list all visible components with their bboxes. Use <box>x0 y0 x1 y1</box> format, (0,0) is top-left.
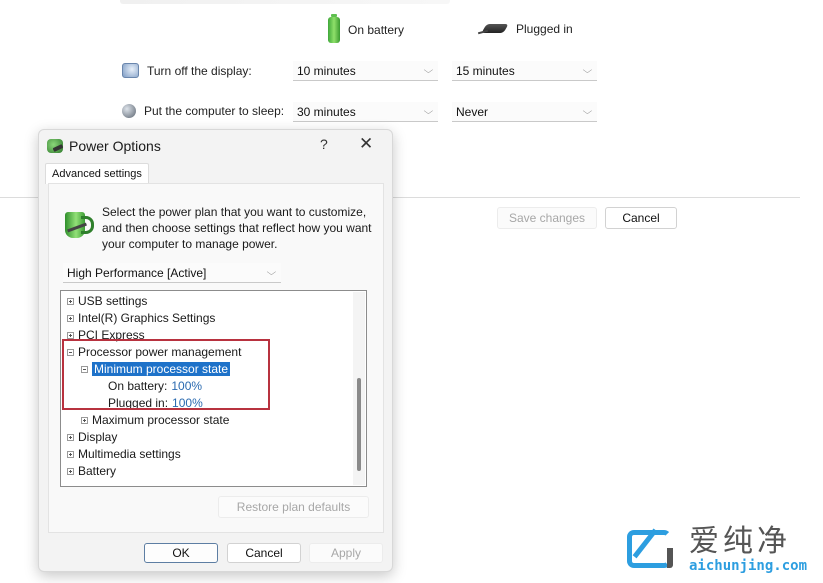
tree-item-usb-settings[interactable]: USB settings <box>67 294 147 308</box>
tree-item-multimedia-settings[interactable]: Multimedia settings <box>67 447 181 461</box>
tree-item-display[interactable]: Display <box>67 430 117 444</box>
tab-advanced-settings[interactable]: Advanced settings <box>45 163 149 184</box>
chevron-down-icon: ⌵ <box>266 267 277 277</box>
expand-icon[interactable] <box>67 450 74 458</box>
select-value: 30 minutes <box>297 104 356 119</box>
tree-label: Intel(R) Graphics Settings <box>78 311 216 325</box>
plug-icon <box>478 22 508 36</box>
expand-icon[interactable] <box>81 416 88 424</box>
watermark-cn-text: 爱纯净 <box>689 524 791 559</box>
restore-plan-defaults-button[interactable]: Restore plan defaults <box>218 496 369 518</box>
save-changes-button[interactable]: Save changes <box>497 207 597 229</box>
tree-label: Multimedia settings <box>78 447 181 461</box>
watermark-logo: 爱纯净 aichunjing.com <box>627 527 807 573</box>
tree-item-maximum-processor-state[interactable]: Maximum processor state <box>81 413 229 427</box>
display-label-text: Turn off the display: <box>147 63 252 78</box>
display-plugged-in-select[interactable]: 15 minutes ⌵ <box>452 61 597 81</box>
power-plan-icon <box>63 206 94 240</box>
select-value: 15 minutes <box>456 63 515 78</box>
chevron-down-icon: ⌵ <box>423 106 434 116</box>
chevron-down-icon: ⌵ <box>582 106 593 116</box>
plugged-in-label: Plugged in <box>516 22 573 36</box>
expand-icon[interactable] <box>67 314 74 322</box>
tree-label: Display <box>78 430 118 444</box>
clipped-header-text <box>120 0 450 4</box>
dialog-title: Power Options <box>69 138 161 154</box>
help-button[interactable]: ? <box>320 136 328 152</box>
apply-button[interactable]: Apply <box>309 543 383 563</box>
tree-item-intel-graphics[interactable]: Intel(R) Graphics Settings <box>67 311 215 325</box>
chevron-down-icon: ⌵ <box>582 65 593 75</box>
display-row-label: Turn off the display: <box>122 63 252 78</box>
watermark-en-text: aichunjing.com <box>689 558 808 574</box>
on-battery-label: On battery <box>348 23 405 37</box>
sleep-label-text: Put the computer to sleep: <box>144 104 285 118</box>
expand-icon[interactable] <box>67 297 74 305</box>
sleep-on-battery-select[interactable]: 30 minutes ⌵ <box>293 102 438 122</box>
sleep-row-label: Put the computer to sleep: <box>122 104 284 118</box>
tree-label: Battery <box>78 464 117 478</box>
dialog-title-bar: Power Options <box>47 138 161 154</box>
power-options-dialog: Power Options ? ✕ Advanced settings Sele… <box>38 129 393 572</box>
battery-icon <box>328 14 340 43</box>
column-plugged-in: Plugged in <box>478 22 573 36</box>
power-options-icon <box>47 139 63 153</box>
monitor-icon <box>122 63 139 78</box>
intro-text: Select the power plan that you want to c… <box>102 205 372 251</box>
expand-icon[interactable] <box>67 433 74 441</box>
settings-tree[interactable]: USB settings Intel(R) Graphics Settings … <box>60 290 367 487</box>
tree-label: USB settings <box>78 294 148 308</box>
tree-item-battery[interactable]: Battery <box>67 464 116 478</box>
annotation-highlight-box <box>62 339 270 410</box>
sleep-plugged-in-select[interactable]: Never ⌵ <box>452 102 597 122</box>
cancel-dialog-button[interactable]: Cancel <box>227 543 301 563</box>
power-plan-select[interactable]: High Performance [Active] ⌵ <box>63 263 281 283</box>
logo-icon <box>627 528 681 572</box>
select-value: 10 minutes <box>297 63 356 78</box>
column-on-battery: On battery <box>328 14 405 43</box>
ok-button[interactable]: OK <box>144 543 218 563</box>
tree-label: Maximum processor state <box>92 413 230 427</box>
cancel-button[interactable]: Cancel <box>605 207 677 229</box>
expand-icon[interactable] <box>67 331 74 339</box>
select-value: High Performance [Active] <box>67 265 207 280</box>
select-value: Never <box>456 104 489 119</box>
scrollbar-thumb[interactable] <box>357 378 361 471</box>
expand-icon[interactable] <box>67 467 74 475</box>
moon-icon <box>122 104 136 118</box>
display-on-battery-select[interactable]: 10 minutes ⌵ <box>293 61 438 81</box>
chevron-down-icon: ⌵ <box>423 65 434 75</box>
close-icon[interactable]: ✕ <box>359 134 373 154</box>
